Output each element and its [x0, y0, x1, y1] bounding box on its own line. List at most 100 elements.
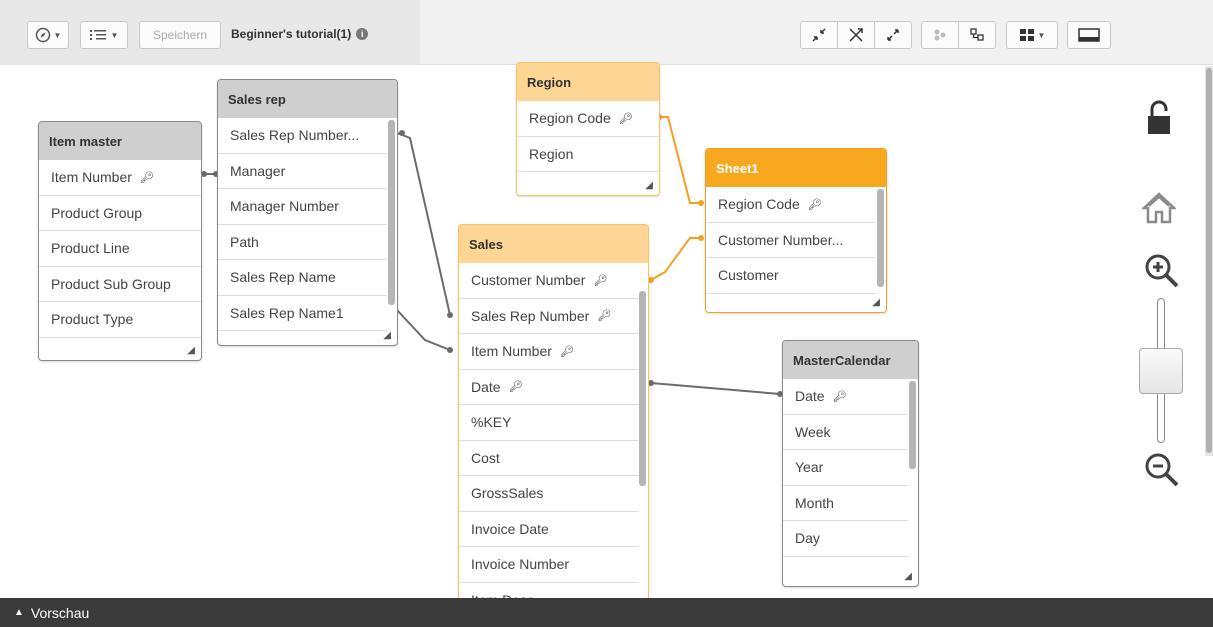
resize-handle-icon[interactable]: ◢	[872, 297, 880, 308]
field-row[interactable]: Sales Rep Name	[218, 260, 387, 296]
table-scrollbar[interactable]	[909, 381, 916, 469]
source-view-button[interactable]	[958, 21, 996, 49]
field-label: Item Number	[51, 169, 132, 186]
field-row[interactable]: Manager Number	[218, 189, 387, 225]
key-icon: 🔑︎	[559, 345, 574, 358]
zoom-in-button[interactable]	[1144, 253, 1180, 292]
canvas-scrollbar-thumb[interactable]	[1206, 68, 1212, 453]
field-row[interactable]: Item Number 🔑︎	[459, 334, 638, 370]
layout-grid-icon	[1019, 29, 1034, 41]
save-button[interactable]: Speichern	[139, 21, 221, 49]
home-button[interactable]	[1140, 192, 1178, 227]
field-label: Month	[795, 494, 834, 511]
field-row[interactable]: Cost	[459, 441, 638, 476]
field-row[interactable]: Path	[218, 225, 387, 260]
field-row[interactable]: Item Number 🔑︎	[39, 160, 201, 196]
field-row[interactable]: Day	[783, 521, 908, 557]
table-item-master[interactable]: Item master Item Number 🔑︎ Product Group …	[38, 121, 202, 361]
field-label: Region Code	[529, 110, 611, 127]
home-icon	[1140, 192, 1178, 224]
field-label: Customer Number...	[718, 231, 844, 248]
field-row[interactable]: Product Line	[39, 231, 201, 267]
key-icon: 🔑︎	[618, 112, 633, 125]
table-title: Sales	[459, 225, 648, 263]
key-icon: 🔑︎	[508, 381, 523, 394]
preview-panel-button[interactable]	[1067, 21, 1111, 49]
list-view-icon	[89, 30, 106, 40]
field-row[interactable]: Product Group	[39, 196, 201, 231]
table-title: Item master	[39, 122, 201, 160]
field-row[interactable]: Manager	[218, 154, 387, 189]
table-sheet1[interactable]: Sheet1 Region Code 🔑︎ Customer Number... …	[705, 148, 887, 313]
field-row[interactable]: Product Type	[39, 302, 201, 338]
lock-icon	[1148, 100, 1170, 134]
field-row[interactable]: %KEY	[459, 405, 638, 441]
field-row[interactable]: Region	[517, 137, 659, 172]
view-list-button[interactable]: ▼	[80, 21, 128, 49]
field-row[interactable]: Invoice Number	[459, 547, 638, 583]
zoom-in-icon	[1145, 254, 1179, 288]
field-row[interactable]: Region Code 🔑︎	[517, 101, 659, 137]
field-label: Region Code	[718, 196, 800, 213]
field-label: Day	[795, 530, 820, 547]
field-row[interactable]: Year	[783, 450, 908, 486]
navigation-menu-button[interactable]: ▼	[27, 21, 69, 49]
field-row[interactable]: Week	[783, 415, 908, 450]
field-row[interactable]: Customer Number 🔑︎	[459, 263, 638, 299]
table-scrollbar[interactable]	[388, 120, 395, 305]
field-row[interactable]: Region Code 🔑︎	[706, 187, 876, 223]
table-scrollbar[interactable]	[877, 189, 884, 287]
source-view-icon	[970, 28, 984, 41]
hide-links-button[interactable]	[837, 21, 875, 49]
field-label: Customer	[718, 267, 779, 284]
field-label: Date	[795, 388, 825, 405]
zoom-slider[interactable]	[1139, 298, 1183, 443]
chevron-down-icon: ▼	[1037, 30, 1046, 40]
field-label: Date	[471, 378, 501, 395]
field-row[interactable]: Date 🔑︎	[459, 370, 638, 405]
table-sales-rep[interactable]: Sales rep Sales Rep Number... Manager Ma…	[217, 79, 398, 346]
table-scrollbar[interactable]	[639, 291, 646, 486]
zoom-slider-thumb[interactable]	[1139, 348, 1183, 394]
key-icon: 🔑︎	[832, 390, 847, 403]
expand-all-button[interactable]	[874, 21, 912, 49]
app-title: Beginner's tutorial(1) i	[231, 27, 369, 41]
field-row[interactable]: Date 🔑︎	[783, 379, 908, 415]
resize-handle-icon[interactable]: ◢	[645, 180, 653, 191]
field-row[interactable]: Sales Rep Number...	[218, 118, 387, 154]
table-master-calendar[interactable]: MasterCalendar Date 🔑︎ Week Year Month Da…	[782, 340, 919, 587]
internal-view-button[interactable]	[921, 21, 959, 49]
lock-button[interactable]	[1145, 100, 1173, 139]
zoom-out-button[interactable]	[1144, 452, 1180, 491]
resize-handle-icon[interactable]: ◢	[904, 571, 912, 582]
field-row[interactable]: Month	[783, 486, 908, 521]
collapse-all-icon	[812, 28, 826, 42]
field-row[interactable]: Invoice Date	[459, 512, 638, 547]
field-label: Item Number	[471, 343, 552, 360]
table-title: Sheet1	[706, 149, 886, 187]
info-icon[interactable]: i	[356, 28, 369, 40]
resize-handle-icon[interactable]: ◢	[187, 345, 195, 356]
field-row[interactable]: GrossSales	[459, 476, 638, 512]
table-sales[interactable]: Sales Customer Number 🔑︎ Sales Rep Number…	[458, 224, 649, 604]
key-icon: 🔑︎	[593, 274, 608, 287]
preview-bar[interactable]: ▲ Vorschau	[0, 598, 1213, 627]
resize-handle-icon[interactable]: ◢	[383, 330, 391, 341]
field-label: Year	[795, 459, 824, 476]
key-icon: 🔑︎	[807, 198, 822, 211]
field-row[interactable]: Product Sub Group	[39, 267, 201, 302]
field-row[interactable]: Sales Rep Number 🔑︎	[459, 299, 638, 334]
preview-panel-icon	[1078, 28, 1100, 42]
key-icon: 🔑︎	[139, 171, 154, 184]
chevron-down-icon: ▼	[53, 30, 62, 40]
key-icon: 🔑︎	[597, 310, 612, 323]
field-label: Week	[795, 423, 831, 440]
expand-all-icon	[887, 29, 899, 41]
field-row[interactable]: Customer	[706, 258, 876, 294]
field-row[interactable]: Sales Rep Name1	[218, 296, 387, 331]
collapse-all-button[interactable]	[800, 21, 838, 49]
table-region[interactable]: Region Region Code 🔑︎ Region ◢	[516, 62, 660, 196]
triangle-up-icon: ▲	[14, 607, 24, 618]
layout-menu-button[interactable]: ▼	[1006, 21, 1058, 49]
field-row[interactable]: Customer Number...	[706, 223, 876, 258]
